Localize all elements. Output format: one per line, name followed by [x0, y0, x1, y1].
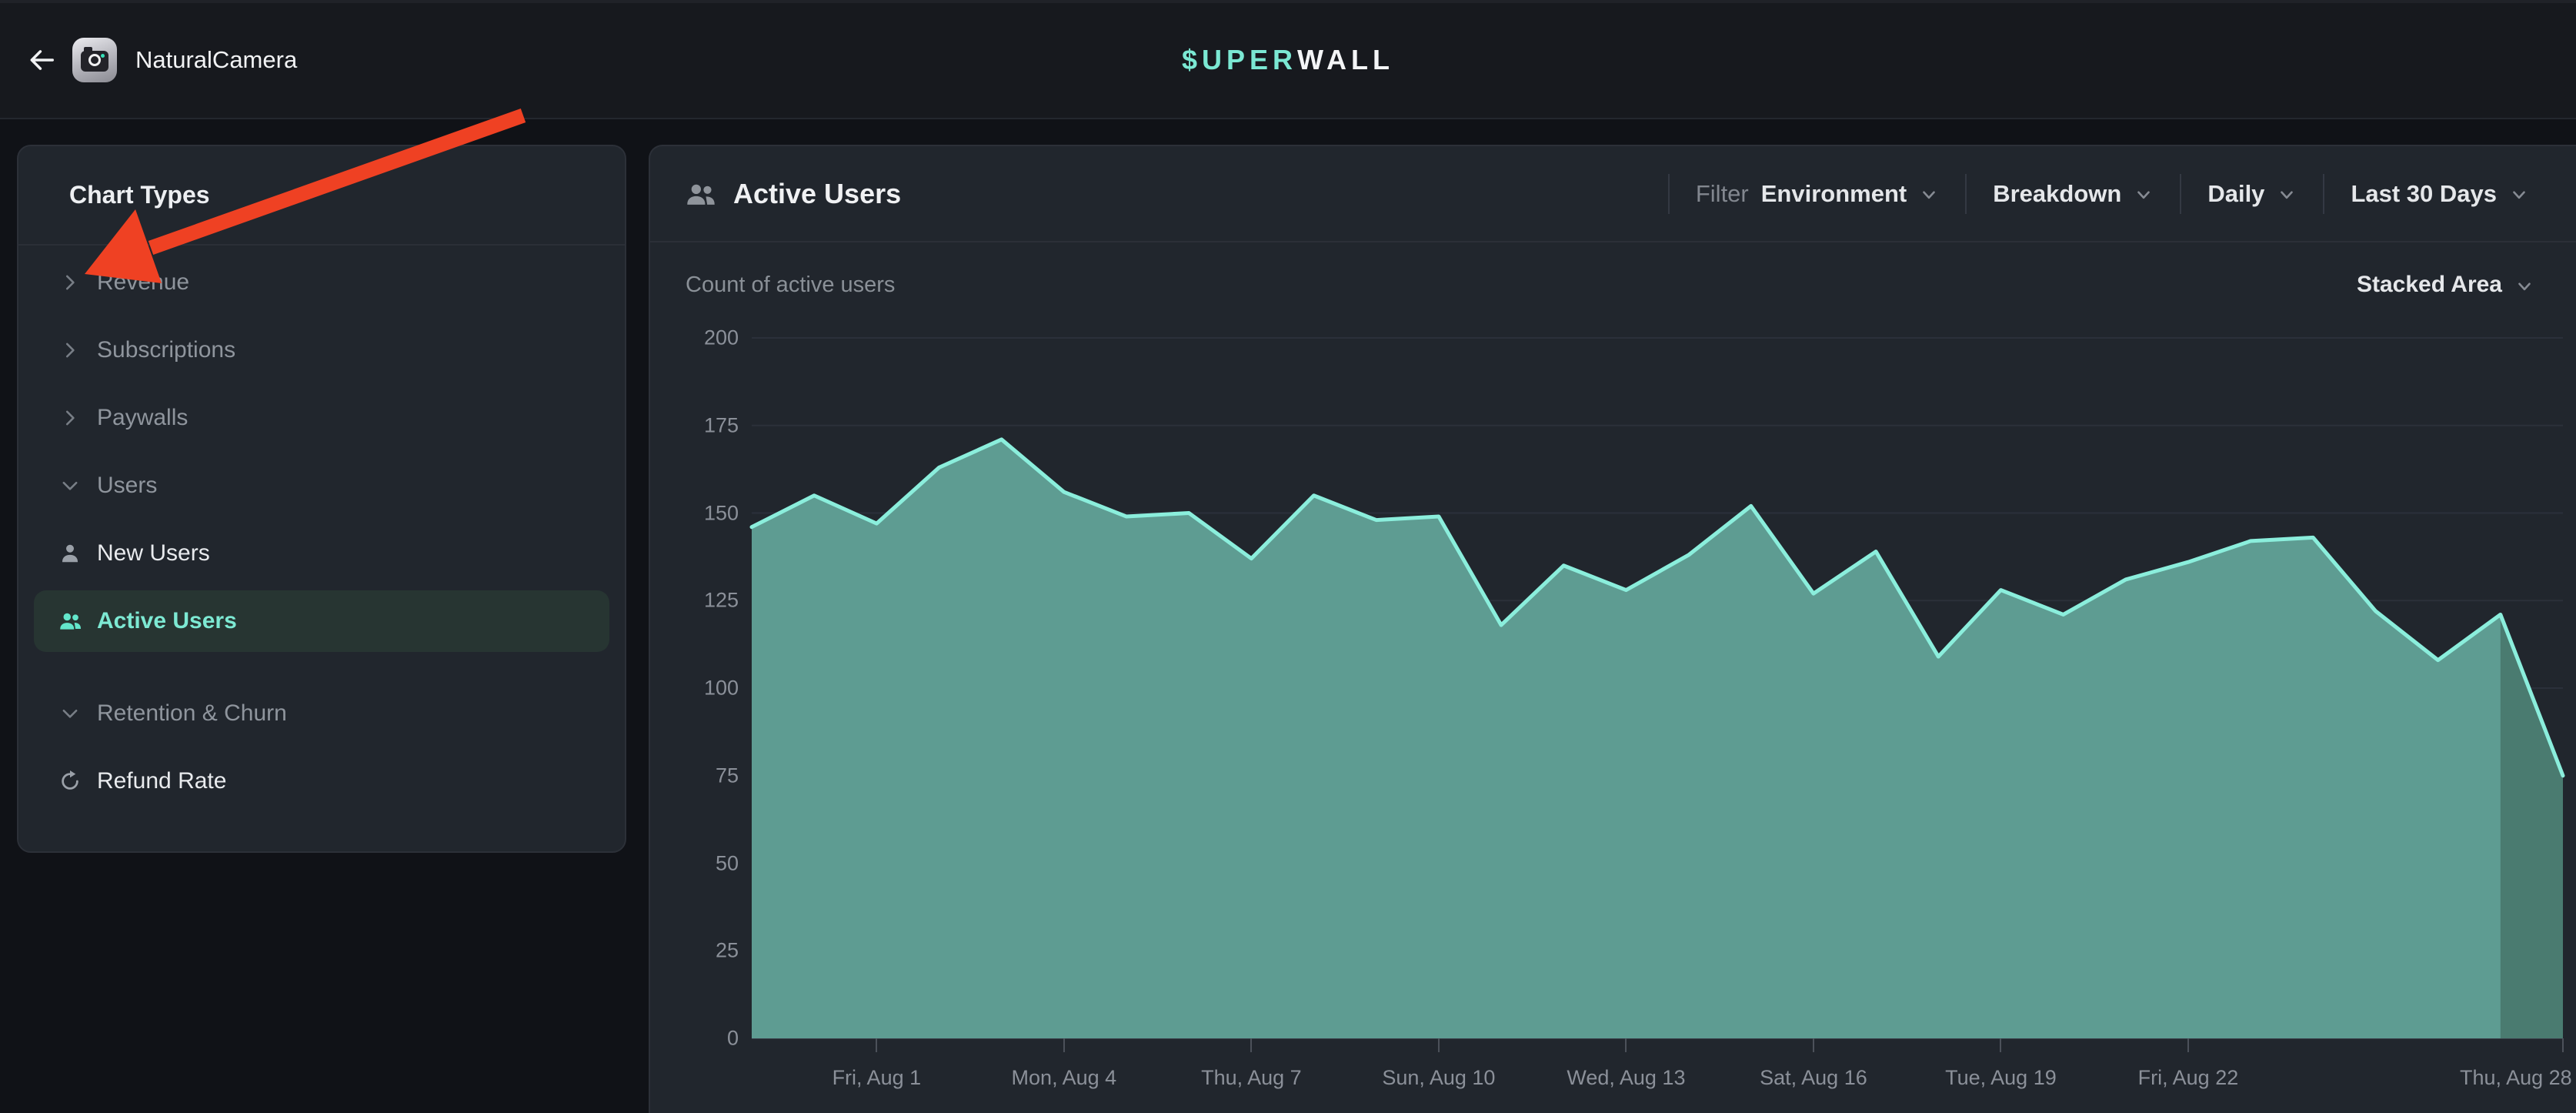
- x-tick-label: Thu, Aug 28: [2460, 1066, 2572, 1090]
- chevron-right-icon: [57, 271, 83, 294]
- separator: [2323, 174, 2324, 214]
- people-icon: [57, 610, 83, 633]
- sidebar-item-retention-churn[interactable]: Retention & Churn: [34, 683, 609, 744]
- date-range-value: Last 30 Days: [2351, 180, 2497, 208]
- chart-style-dropdown[interactable]: Stacked Area: [2357, 242, 2534, 327]
- y-tick-label: 200: [669, 326, 739, 350]
- sidebar-item-active-users[interactable]: Active Users: [34, 590, 609, 652]
- x-tick-mark: [1813, 1038, 1814, 1052]
- y-tick-label: 75: [669, 764, 739, 787]
- sidebar-item-label: New Users: [97, 540, 210, 567]
- x-tick-mark: [2187, 1038, 2189, 1052]
- x-tick-mark: [876, 1038, 877, 1052]
- y-tick-label: 50: [669, 851, 739, 875]
- sidebar-items: Revenue Subscriptions Paywalls Users New Use…: [18, 246, 625, 812]
- y-tick-label: 175: [669, 413, 739, 437]
- sidebar-title: Chart Types: [69, 146, 210, 244]
- logo-primary: $UPER: [1182, 44, 1297, 76]
- sidebar-item-refund-rate[interactable]: Refund Rate: [34, 750, 609, 812]
- active-users-panel: Active Users Filter Environment Breakdow…: [649, 145, 2576, 1113]
- x-tick-label: Fri, Aug 22: [2138, 1066, 2239, 1090]
- date-range-dropdown[interactable]: Last 30 Days: [2351, 180, 2529, 208]
- sidebar-item-label: Retention & Churn: [97, 700, 287, 727]
- superwall-logo: $UPERWALL: [0, 0, 2576, 119]
- sidebar-item-users[interactable]: Users: [34, 455, 609, 516]
- x-tick-label: Thu, Aug 7: [1201, 1066, 1302, 1090]
- x-tick-mark: [1250, 1038, 1252, 1052]
- granularity-value: Daily: [2207, 180, 2264, 208]
- chart-subtitle: Count of active users: [686, 242, 895, 327]
- chevron-right-icon: [57, 406, 83, 429]
- people-icon: [686, 181, 716, 207]
- page-title: Active Users: [733, 178, 901, 210]
- y-tick-label: 150: [669, 501, 739, 525]
- sidebar-item-subscriptions[interactable]: Subscriptions: [34, 319, 609, 381]
- area-partial-day-fill: [2501, 614, 2563, 1038]
- sidebar-item-revenue[interactable]: Revenue: [34, 252, 609, 313]
- x-tick-label: Tue, Aug 19: [1945, 1066, 2057, 1090]
- x-tick-label: Mon, Aug 4: [1012, 1066, 1117, 1090]
- x-tick-label: Fri, Aug 1: [833, 1066, 922, 1090]
- chart-style-value: Stacked Area: [2357, 272, 2502, 298]
- separator: [1668, 174, 1670, 214]
- chevron-down-icon: [1919, 185, 1939, 205]
- area-series-fill: [752, 440, 2563, 1038]
- app-root: { "topbar": { "app_name": "NaturalCamera…: [0, 0, 2576, 1113]
- y-tick-label: 25: [669, 939, 739, 963]
- chevron-down-icon: [2277, 185, 2297, 205]
- panel-header: Active Users Filter Environment Breakdow…: [650, 146, 2576, 242]
- granularity-dropdown[interactable]: Daily: [2207, 180, 2297, 208]
- chart-controls: Filter Environment Breakdown Daily: [1642, 146, 2529, 241]
- x-tick-mark: [1625, 1038, 1627, 1052]
- breakdown-dropdown[interactable]: Breakdown: [1993, 180, 2154, 208]
- logo-secondary: WALL: [1297, 44, 1394, 76]
- chevron-down-icon: [2134, 185, 2154, 205]
- filter-environment-dropdown[interactable]: Filter Environment: [1696, 180, 1939, 208]
- y-tick-label: 0: [669, 1027, 739, 1051]
- sidebar-item-label: Users: [97, 473, 157, 499]
- y-tick-label: 100: [669, 677, 739, 700]
- chevron-down-icon: [2509, 185, 2529, 205]
- x-tick-label: Sun, Aug 10: [1382, 1066, 1495, 1090]
- x-tick-mark: [2562, 1038, 2564, 1052]
- breakdown-value: Breakdown: [1993, 180, 2121, 208]
- chevron-down-icon: [2514, 276, 2534, 296]
- x-tick-mark: [2000, 1038, 2001, 1052]
- chart-area[interactable]: 0255075100125150175200 Fri, Aug 1Mon, Au…: [752, 338, 2563, 1038]
- chevron-down-icon: [57, 474, 83, 497]
- separator: [2180, 174, 2181, 214]
- chart-subheader: Count of active users Stacked Area: [650, 242, 2576, 327]
- refresh-icon: [57, 770, 83, 793]
- sidebar-item-label: Subscriptions: [97, 337, 235, 363]
- chevron-down-icon: [57, 702, 83, 725]
- sidebar-item-label: Refund Rate: [97, 768, 226, 794]
- person-icon: [57, 542, 83, 565]
- sidebar-item-label: Paywalls: [97, 405, 188, 431]
- chart-types-panel: Chart Types Revenue Subscriptions Paywalls…: [17, 145, 626, 853]
- filter-value: Environment: [1761, 180, 1907, 208]
- x-tick-mark: [1438, 1038, 1440, 1052]
- sidebar-item-paywalls[interactable]: Paywalls: [34, 387, 609, 449]
- y-tick-label: 125: [669, 589, 739, 613]
- x-tick-label: Wed, Aug 13: [1567, 1066, 1685, 1090]
- top-bar: NaturalCamera $UPERWALL: [0, 0, 2576, 119]
- sidebar-item-label: Active Users: [97, 608, 237, 634]
- x-tick-mark: [1063, 1038, 1065, 1052]
- x-tick-label: Sat, Aug 16: [1760, 1066, 1867, 1090]
- filter-label: Filter: [1696, 180, 1749, 208]
- sidebar-item-label: Revenue: [97, 269, 189, 296]
- sidebar-item-new-users[interactable]: New Users: [34, 523, 609, 584]
- chevron-right-icon: [57, 339, 83, 362]
- chart-svg: [752, 338, 2563, 1038]
- separator: [1965, 174, 1967, 214]
